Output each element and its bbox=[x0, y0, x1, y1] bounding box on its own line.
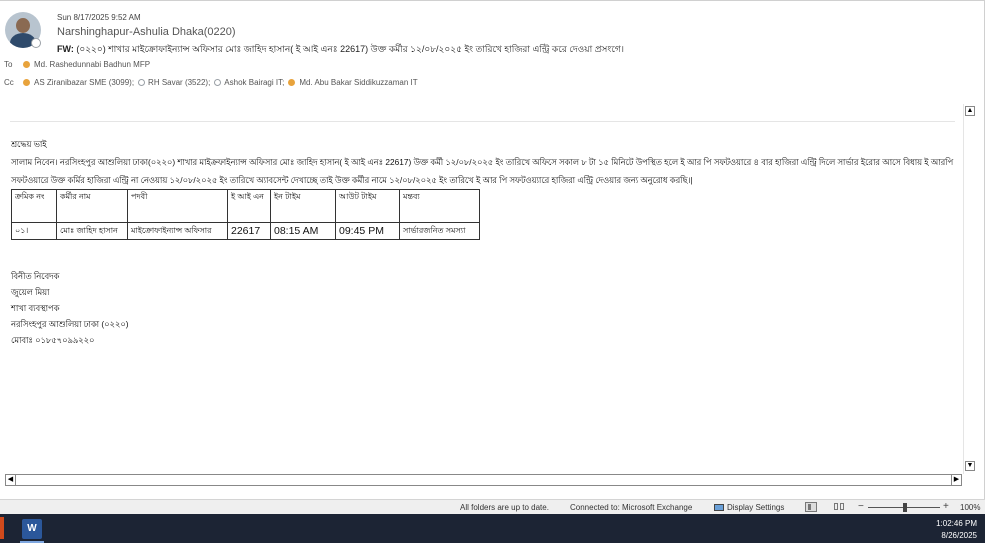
clock-date: 8/26/2025 bbox=[941, 531, 977, 540]
reading-page-right bbox=[840, 503, 844, 510]
recipient-name: Ashok Bairagi IT; bbox=[224, 78, 285, 87]
scroll-left-icon[interactable]: ◀ bbox=[6, 475, 16, 485]
signature-line: জুয়েল মিয়া bbox=[11, 287, 50, 297]
to-label: To bbox=[4, 60, 13, 69]
avatar-head bbox=[16, 18, 30, 33]
table-cell: 09:45 PM bbox=[335, 222, 400, 240]
presence-away-icon bbox=[23, 61, 30, 68]
presence-away-icon bbox=[288, 79, 296, 86]
subject-text: (০২২০) শাখার মাইক্রোফাইন্যান্স অফিসার মো… bbox=[76, 44, 624, 54]
recipient-name: RH Savar (3522); bbox=[148, 78, 211, 87]
recipient-name: Md. Abu Bakar Siddikuzzaman IT bbox=[299, 78, 418, 87]
table-cell: মোঃ জাহিদ হাসান bbox=[56, 222, 128, 240]
greeting: শ্রদ্ধেয় ভাই bbox=[11, 139, 47, 149]
to-row: To Md. Rashedunnabi Badhun MFP bbox=[4, 60, 154, 69]
horizontal-scrollbar[interactable]: ◀ ▶ bbox=[5, 474, 962, 486]
zoom-out-button[interactable]: − bbox=[858, 501, 864, 512]
cc-recipient[interactable]: Ashok Bairagi IT; bbox=[214, 78, 284, 87]
table-header-cell: আউট টাইম bbox=[335, 189, 400, 223]
recipient-name: Md. Rashedunnabi Badhun MFP bbox=[34, 60, 151, 69]
windows-taskbar: W 1:02:46 PM 8/26/2025 bbox=[0, 514, 985, 543]
table-header-cell: পদবী bbox=[127, 189, 228, 223]
table-header-row: ক্রমিক নং কর্মীর নাম পদবী ই আই এন ইন টাই… bbox=[11, 189, 480, 223]
system-clock[interactable]: 1:02:46 PM 8/26/2025 bbox=[936, 518, 977, 542]
display-settings-label: Display Settings bbox=[727, 503, 785, 512]
table-cell: সার্ভারজনিত সমস্যা bbox=[399, 222, 480, 240]
subject-prefix: FW: bbox=[57, 44, 74, 54]
cc-recipient[interactable]: Md. Abu Bakar Siddikuzzaman IT bbox=[288, 78, 418, 87]
message-date: Sun 8/17/2025 9:52 AM bbox=[57, 13, 141, 22]
presence-offline-icon bbox=[138, 79, 146, 86]
word-app-icon[interactable]: W bbox=[22, 519, 42, 539]
cc-recipient[interactable]: AS Ziranibazar SME (3099); bbox=[23, 78, 134, 87]
table-row: ০১। মোঃ জাহিদ হাসান মাইক্রোফাইন্যান্স অফ… bbox=[11, 222, 480, 240]
folder-status: All folders are up to date. bbox=[460, 503, 549, 512]
table-header-cell: ক্রমিক নং bbox=[11, 189, 57, 223]
normal-view-icon[interactable] bbox=[805, 502, 817, 512]
clock-time: 1:02:46 PM bbox=[936, 519, 977, 528]
table-header-cell: ইন টাইম bbox=[270, 189, 336, 223]
taskbar-app-icon[interactable] bbox=[0, 517, 4, 539]
outlook-reading-window: Sun 8/17/2025 9:52 AM Narshinghapur-Ashu… bbox=[0, 0, 985, 543]
body-line-1: সালাম নিবেন। নরসিংহপুর আশুলিয়া ঢাকা(০২২… bbox=[11, 157, 954, 167]
table-header-cell: মন্তব্য bbox=[399, 189, 480, 223]
table-cell: মাইক্রোফাইন্যান্স অফিসার bbox=[127, 222, 228, 240]
table-header-cell: ই আই এন bbox=[227, 189, 271, 223]
status-bar: All folders are up to date. Connected to… bbox=[0, 499, 985, 514]
vertical-scrollbar[interactable]: ▲ ▼ bbox=[963, 104, 975, 474]
presence-indicator-icon bbox=[31, 38, 41, 48]
table-cell: ০১। bbox=[11, 222, 57, 240]
cc-label: Cc bbox=[4, 78, 14, 87]
cc-recipient[interactable]: RH Savar (3522); bbox=[138, 78, 210, 87]
signature-line: শাখা ব্যবস্থাপক bbox=[11, 303, 60, 313]
table-header-cell: কর্মীর নাম bbox=[56, 189, 128, 223]
zoom-in-button[interactable]: + bbox=[943, 501, 949, 512]
scroll-down-icon[interactable]: ▼ bbox=[965, 461, 975, 471]
body-line-2: সফটওয়ারে উক্ত কর্মির হাজিরা এন্ট্রি না … bbox=[11, 175, 693, 185]
recipient-name: AS Ziranibazar SME (3099); bbox=[34, 78, 135, 87]
presence-offline-icon bbox=[214, 79, 222, 86]
display-settings-button[interactable]: Display Settings bbox=[714, 503, 784, 512]
scroll-up-icon[interactable]: ▲ bbox=[965, 106, 975, 116]
header-divider bbox=[10, 121, 955, 122]
reading-view-icon[interactable] bbox=[834, 502, 846, 512]
message-subject: FW: (০২২০) শাখার মাইক্রোফাইন্যান্স অফিসা… bbox=[57, 42, 624, 57]
presence-away-icon bbox=[23, 79, 30, 86]
reading-page-left bbox=[834, 503, 838, 510]
cc-row: Cc AS Ziranibazar SME (3099); RH Savar (… bbox=[4, 78, 422, 87]
connection-status: Connected to: Microsoft Exchange bbox=[570, 503, 693, 512]
attendance-table: ক্রমিক নং কর্মীর নাম পদবী ই আই এন ইন টাই… bbox=[11, 189, 480, 240]
scroll-right-icon[interactable]: ▶ bbox=[951, 475, 961, 485]
table-cell: 22617 bbox=[227, 222, 271, 240]
zoom-level[interactable]: 100% bbox=[960, 503, 980, 512]
zoom-slider-thumb[interactable] bbox=[903, 503, 907, 512]
sender-name[interactable]: Narshinghapur-Ashulia Dhaka(0220) bbox=[57, 26, 236, 38]
signature-line: মোবাঃ ০১৮৫৭০৯৯২২০ bbox=[11, 335, 95, 345]
signature-line: বিনীত নিবেদক bbox=[11, 271, 60, 281]
to-recipient[interactable]: Md. Rashedunnabi Badhun MFP bbox=[23, 60, 150, 69]
signature-line: নরসিংহপুর আশুলিয়া ঢাকা (০২২০) bbox=[11, 319, 129, 329]
display-settings-icon bbox=[714, 504, 724, 511]
message-header: Sun 8/17/2025 9:52 AM Narshinghapur-Ashu… bbox=[0, 0, 980, 120]
table-cell: 08:15 AM bbox=[270, 222, 336, 240]
